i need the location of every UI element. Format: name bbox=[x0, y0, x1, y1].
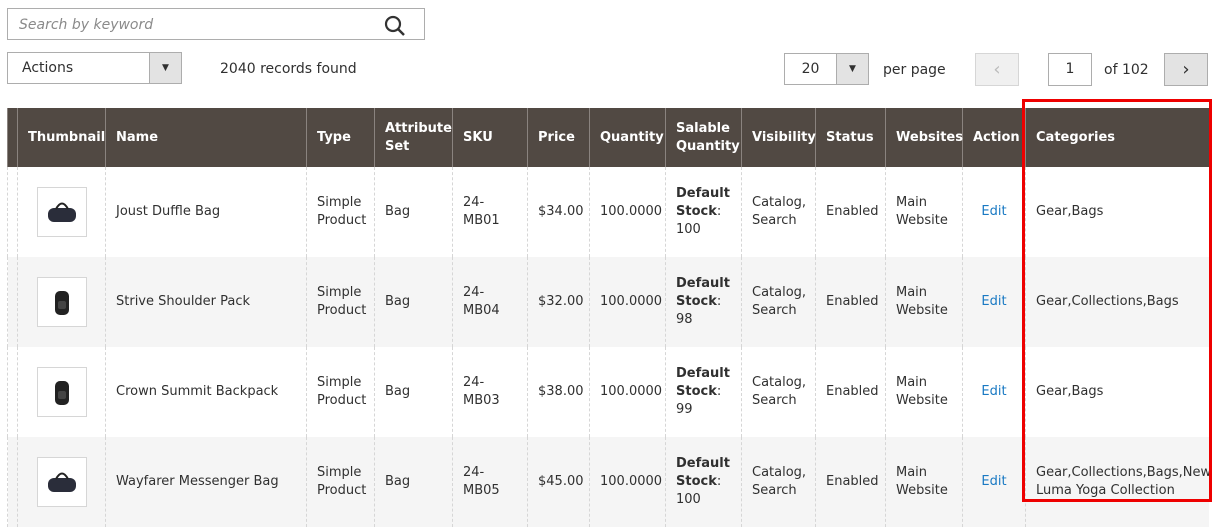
row-select[interactable] bbox=[7, 257, 18, 347]
column-header[interactable]: Attribute Set bbox=[374, 108, 453, 167]
product-thumbnail[interactable] bbox=[36, 457, 87, 507]
attribute-set: Bag bbox=[374, 257, 453, 347]
thumbnail-cell bbox=[17, 347, 106, 437]
stock-value: 99 bbox=[676, 402, 693, 417]
product-name: Crown Summit Backpack bbox=[105, 347, 307, 437]
attribute-set: Bag bbox=[374, 167, 453, 257]
visibility: Catalog, Search bbox=[741, 257, 816, 347]
chevron-left-icon: ‹ bbox=[993, 59, 1001, 80]
chevron-right-icon: › bbox=[1182, 59, 1190, 80]
column-header[interactable]: Status bbox=[815, 108, 886, 167]
column-header[interactable]: Action bbox=[962, 108, 1026, 167]
column-header[interactable]: SKU bbox=[452, 108, 528, 167]
websites: Main Website bbox=[885, 347, 963, 437]
visibility: Catalog, Search bbox=[741, 167, 816, 257]
status: Enabled bbox=[815, 167, 886, 257]
row-select[interactable] bbox=[7, 347, 18, 437]
sku: 24-MB03 bbox=[452, 347, 528, 437]
product-name: Joust Duffle Bag bbox=[105, 167, 307, 257]
status: Enabled bbox=[815, 437, 886, 527]
stock-label: Default Stock bbox=[676, 456, 730, 489]
sku: 24-MB01 bbox=[452, 167, 528, 257]
stock-value: 100 bbox=[676, 222, 701, 237]
select-column-header[interactable] bbox=[7, 108, 18, 167]
salable-quantity: Default Stock: 99 bbox=[665, 347, 742, 437]
visibility: Catalog, Search bbox=[741, 437, 816, 527]
quantity: 100.0000 bbox=[589, 347, 666, 437]
sku: 24-MB05 bbox=[452, 437, 528, 527]
column-header[interactable]: Visibility bbox=[741, 108, 816, 167]
attribute-set: Bag bbox=[374, 437, 453, 527]
actions-dropdown[interactable]: Actions ▼ bbox=[7, 52, 182, 84]
status: Enabled bbox=[815, 347, 886, 437]
actions-label: Actions bbox=[22, 60, 74, 76]
visibility: Catalog, Search bbox=[741, 347, 816, 437]
quantity: 100.0000 bbox=[589, 167, 666, 257]
backpack-icon bbox=[54, 381, 69, 405]
product-type: Simple Product bbox=[306, 167, 375, 257]
stock-label: Default Stock bbox=[676, 276, 730, 309]
price: $38.00 bbox=[527, 347, 590, 437]
product-name: Wayfarer Messenger Bag bbox=[105, 437, 307, 527]
quantity: 100.0000 bbox=[589, 437, 666, 527]
thumbnail-cell bbox=[17, 167, 106, 257]
records-count: 2040 records found bbox=[220, 61, 357, 77]
column-header[interactable]: Price bbox=[527, 108, 590, 167]
websites: Main Website bbox=[885, 167, 963, 257]
bag-icon bbox=[47, 472, 76, 492]
column-header[interactable]: Thumbnail bbox=[17, 108, 106, 167]
column-header[interactable]: Name bbox=[105, 108, 307, 167]
per-page-select[interactable]: 20 ▼ bbox=[784, 53, 869, 85]
stock-label: Default Stock bbox=[676, 186, 730, 219]
backpack-icon bbox=[54, 291, 69, 315]
websites: Main Website bbox=[885, 257, 963, 347]
page-input[interactable]: 1 bbox=[1048, 53, 1092, 86]
next-page-button[interactable]: › bbox=[1164, 53, 1208, 86]
product-type: Simple Product bbox=[306, 347, 375, 437]
column-header[interactable]: Type bbox=[306, 108, 375, 167]
column-header[interactable]: Salable Quantity bbox=[665, 108, 742, 167]
edit-link[interactable]: Edit bbox=[981, 204, 1006, 219]
product-type: Simple Product bbox=[306, 257, 375, 347]
price: $32.00 bbox=[527, 257, 590, 347]
websites: Main Website bbox=[885, 437, 963, 527]
bag-icon bbox=[47, 202, 76, 222]
page-total: of 102 bbox=[1104, 62, 1149, 78]
per-page-label: per page bbox=[883, 62, 946, 78]
salable-quantity: Default Stock: 100 bbox=[665, 167, 742, 257]
product-thumbnail[interactable] bbox=[36, 367, 87, 417]
column-header[interactable]: Quantity bbox=[589, 108, 666, 167]
salable-quantity: Default Stock: 100 bbox=[665, 437, 742, 527]
prev-page-button[interactable]: ‹ bbox=[975, 53, 1019, 86]
price: $45.00 bbox=[527, 437, 590, 527]
thumbnail-cell bbox=[17, 257, 106, 347]
row-select[interactable] bbox=[7, 167, 18, 257]
price: $34.00 bbox=[527, 167, 590, 257]
attribute-set: Bag bbox=[374, 347, 453, 437]
product-thumbnail[interactable] bbox=[36, 187, 87, 237]
edit-link[interactable]: Edit bbox=[981, 474, 1006, 489]
chevron-down-icon: ▼ bbox=[836, 54, 868, 84]
sku: 24-MB04 bbox=[452, 257, 528, 347]
per-page-value: 20 bbox=[801, 61, 820, 77]
thumbnail-cell bbox=[17, 437, 106, 527]
column-header[interactable]: Websites bbox=[885, 108, 963, 167]
stock-value: 98 bbox=[676, 312, 693, 327]
quantity: 100.0000 bbox=[589, 257, 666, 347]
search-icon[interactable] bbox=[384, 15, 406, 37]
edit-link[interactable]: Edit bbox=[981, 384, 1006, 399]
status: Enabled bbox=[815, 257, 886, 347]
highlight-box bbox=[1022, 99, 1212, 502]
product-type: Simple Product bbox=[306, 437, 375, 527]
row-select[interactable] bbox=[7, 437, 18, 527]
salable-quantity: Default Stock: 98 bbox=[665, 257, 742, 347]
search-input[interactable]: Search by keyword bbox=[7, 8, 425, 40]
stock-label: Default Stock bbox=[676, 366, 730, 399]
search-placeholder: Search by keyword bbox=[19, 17, 154, 33]
edit-link[interactable]: Edit bbox=[981, 294, 1006, 309]
chevron-down-icon: ▼ bbox=[149, 53, 181, 83]
product-thumbnail[interactable] bbox=[36, 277, 87, 327]
product-name: Strive Shoulder Pack bbox=[105, 257, 307, 347]
stock-value: 100 bbox=[676, 492, 701, 507]
